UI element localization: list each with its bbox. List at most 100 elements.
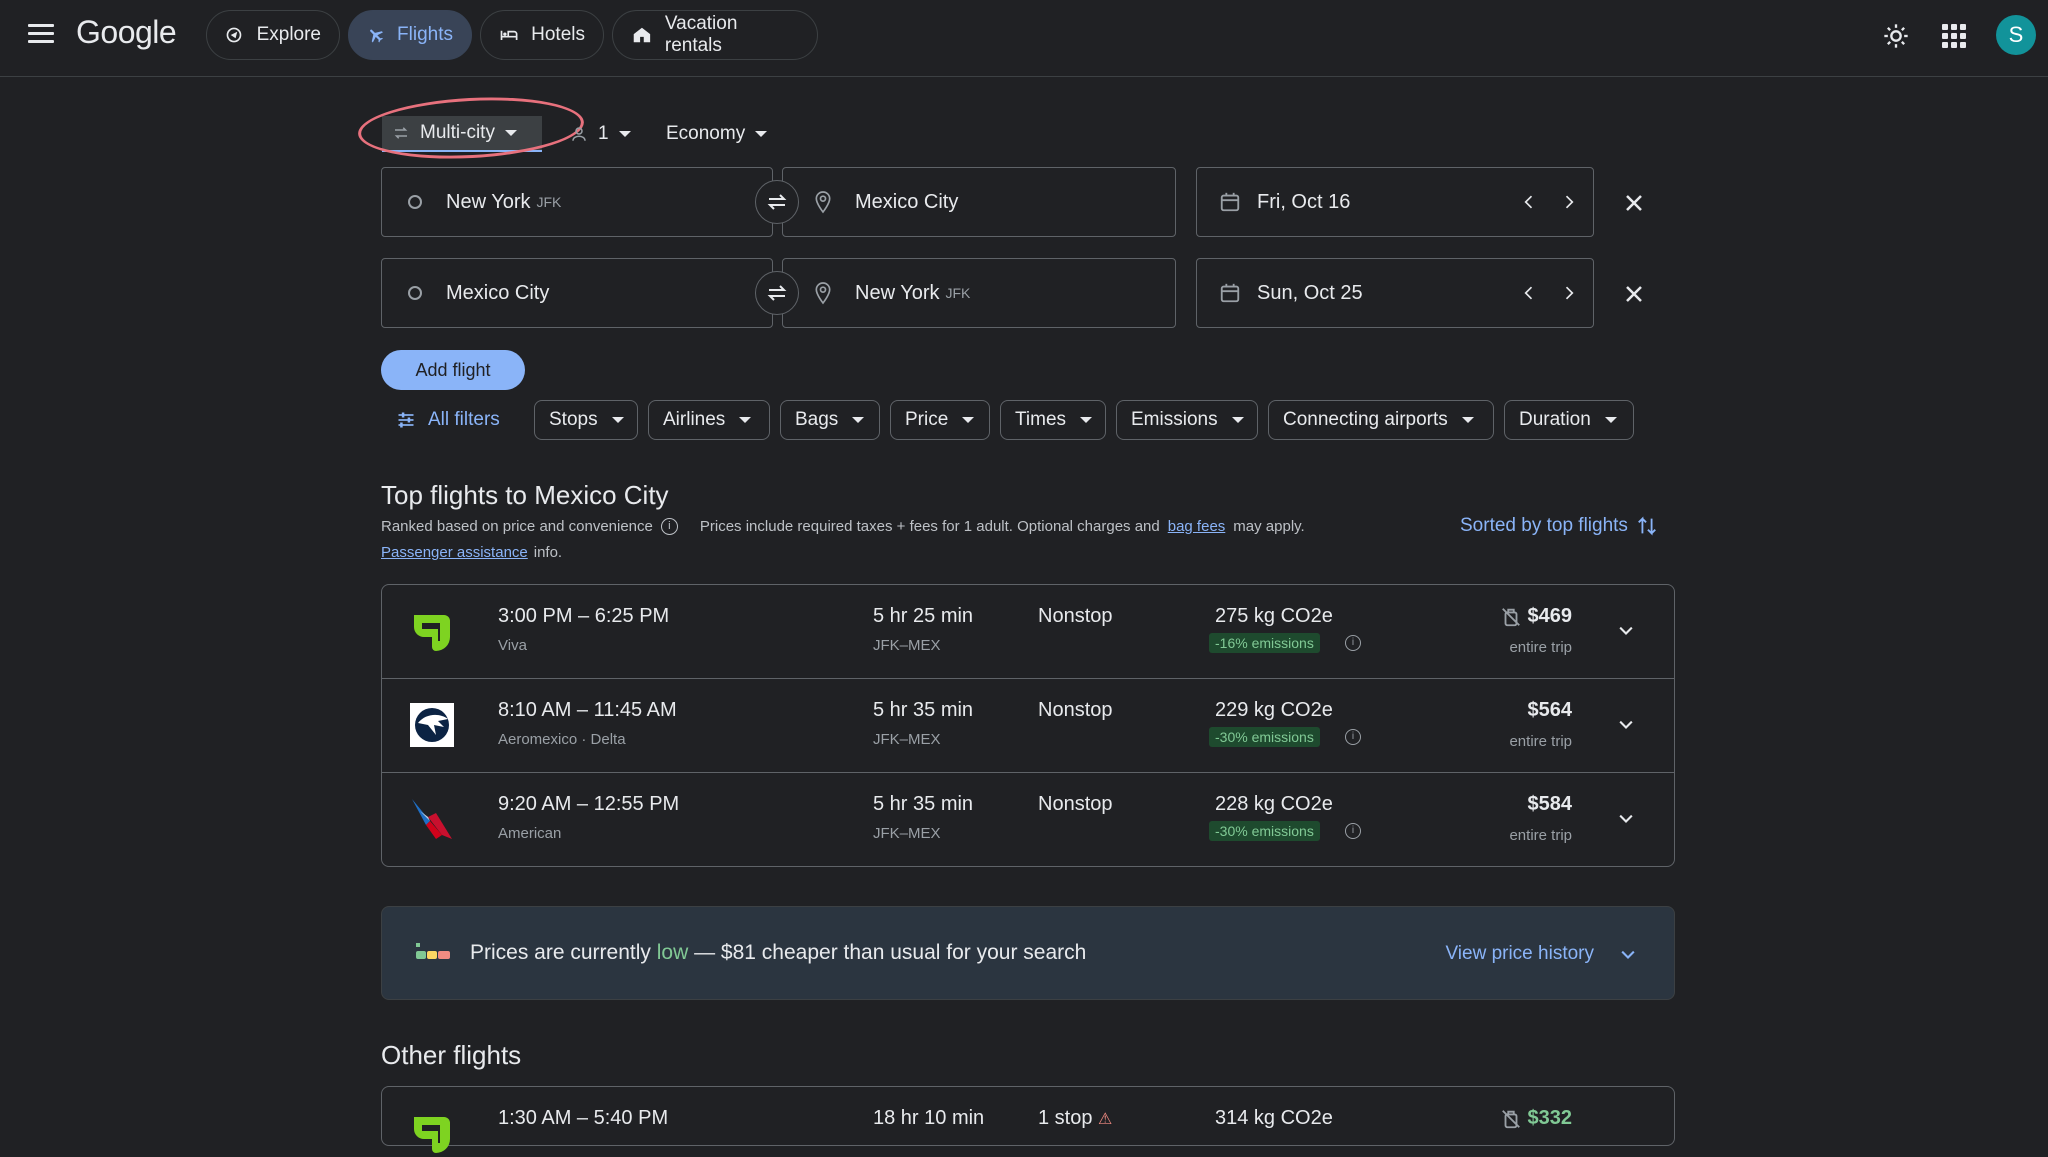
leg1-date-input[interactable]: Fri, Oct 16 [1196, 167, 1594, 237]
chevron-down-icon[interactable] [1616, 715, 1636, 735]
chevron-down-icon [1080, 417, 1093, 423]
info-icon[interactable]: i [1345, 729, 1361, 745]
bag-fees-link[interactable]: bag fees [1168, 518, 1226, 535]
chevron-right-icon[interactable] [1559, 192, 1579, 212]
chevron-right-icon[interactable] [1559, 283, 1579, 303]
no-carry-on-icon [1502, 1110, 1520, 1129]
leg2-origin: Mexico City [446, 281, 550, 304]
chevron-down-icon[interactable] [1616, 621, 1636, 641]
leg1-date: Fri, Oct 16 [1257, 190, 1351, 213]
may-apply-text: may apply. [1233, 518, 1305, 535]
home-icon [633, 27, 651, 43]
leg1-destination-input[interactable]: Mexico City [782, 167, 1176, 237]
chevron-down-icon [739, 417, 752, 423]
flight-co2: 275 kg CO2e [1215, 605, 1333, 627]
add-flight-button[interactable]: Add flight [381, 350, 525, 390]
leg2-destination-input[interactable]: New York JFK [782, 258, 1176, 328]
cabin-select[interactable]: Economy [656, 116, 786, 152]
leg2-date: Sun, Oct 25 [1257, 281, 1363, 304]
american-airlines-logo-icon [412, 799, 452, 839]
chevron-down-icon[interactable] [1616, 809, 1636, 829]
flight-times: 9:20 AM – 12:55 PM [498, 793, 680, 815]
chevron-left-icon[interactable] [1519, 283, 1539, 303]
flight-duration: 5 hr 25 min [873, 605, 974, 627]
calendar-icon [1220, 283, 1240, 303]
flight-row[interactable]: 8:10 AM – 11:45 AM Aeromexico · Delta 5 … [382, 679, 1674, 773]
sort-arrows-icon [1638, 516, 1656, 536]
leg2-origin-input[interactable]: Mexico City [381, 258, 773, 328]
avatar[interactable]: S [1996, 15, 2036, 55]
remove-leg2-close-icon[interactable] [1622, 282, 1646, 306]
info-icon[interactable]: i [1345, 635, 1361, 651]
swap-icon [767, 194, 787, 210]
info-icon[interactable]: i [660, 518, 678, 535]
flight-duration: 5 hr 35 min [873, 699, 974, 721]
insight-level: low [656, 941, 689, 964]
chevron-down-icon [852, 417, 865, 423]
chevron-down-icon[interactable] [1618, 945, 1638, 965]
leg1-origin-code: JFK [536, 194, 562, 210]
flight-times: 8:10 AM – 11:45 AM [498, 699, 677, 721]
viva-logo-icon [414, 615, 450, 651]
google-logo[interactable]: Google [76, 14, 177, 51]
trip-type-select[interactable]: Multi-city [382, 116, 542, 152]
chevron-down-icon [1461, 417, 1474, 423]
swap-arrows-icon [394, 127, 408, 139]
sort-button[interactable]: Sorted by top flights [1460, 514, 1658, 538]
swap-button[interactable] [755, 271, 799, 315]
bed-icon [500, 30, 518, 41]
filter-connecting-airports[interactable]: Connecting airports [1268, 400, 1494, 440]
nav-hotels-label: Hotels [531, 24, 585, 45]
menu-icon[interactable] [28, 24, 54, 44]
flight-price: $564 [1527, 699, 1573, 721]
filter-times[interactable]: Times [1000, 400, 1106, 440]
filter-airlines[interactable]: Airlines [648, 400, 770, 440]
flight-row[interactable]: 3:00 PM – 6:25 PM Viva 5 hr 25 min JFK–M… [382, 585, 1674, 679]
chevron-down-icon [1231, 417, 1244, 423]
leg2-date-input[interactable]: Sun, Oct 25 [1196, 258, 1594, 328]
apps-grid-icon[interactable] [1942, 24, 1966, 48]
flight-co2: 228 kg CO2e [1215, 793, 1333, 815]
flight-stops: 1 stop ⚠ [1038, 1107, 1112, 1130]
aeromexico-logo-icon [410, 703, 454, 747]
price-insight-banner: Prices are currently low — $81 cheaper t… [381, 906, 1675, 1000]
chip-label: Times [1015, 409, 1067, 430]
chip-label: Airlines [663, 409, 726, 430]
filter-price[interactable]: Price [890, 400, 990, 440]
chevron-down-icon [611, 417, 624, 423]
filter-stops[interactable]: Stops [534, 400, 638, 440]
info-icon[interactable]: i [1345, 823, 1361, 839]
flight-row[interactable]: 1:30 AM – 5:40 PM 18 hr 10 min 1 stop ⚠ … [381, 1086, 1675, 1153]
results-title: Top flights to Mexico City [381, 480, 669, 510]
view-price-history-link[interactable]: View price history [1445, 943, 1594, 965]
origin-circle-icon [408, 286, 422, 300]
passenger-assistance-link[interactable]: Passenger assistance [381, 544, 528, 561]
price-note: entire trip [1509, 827, 1572, 844]
flight-row[interactable]: 9:20 AM – 12:55 PM American 5 hr 35 min … [382, 773, 1674, 866]
filter-duration[interactable]: Duration [1504, 400, 1634, 440]
nav-explore[interactable]: Explore [206, 10, 340, 60]
remove-leg1-close-icon[interactable] [1622, 191, 1646, 215]
filter-bags[interactable]: Bags [780, 400, 880, 440]
filter-emissions[interactable]: Emissions [1116, 400, 1258, 440]
nav-flights-label: Flights [397, 24, 453, 45]
swap-button[interactable] [755, 180, 799, 224]
all-filters-button[interactable]: All filters [396, 402, 500, 438]
leg1-origin: New York [446, 190, 531, 213]
plane-icon [370, 29, 383, 43]
theme-toggle-icon[interactable] [1882, 22, 1910, 50]
nav-hotels[interactable]: Hotels [480, 10, 604, 60]
flight-duration: 5 hr 35 min [873, 793, 974, 815]
chevron-left-icon[interactable] [1519, 192, 1539, 212]
origin-circle-icon [408, 195, 422, 209]
other-flights-title: Other flights [381, 1040, 522, 1070]
nav-vacation-rentals[interactable]: Vacation rentals [612, 10, 818, 60]
passengers-select[interactable]: 1 [560, 116, 644, 152]
leg1-origin-input[interactable]: New York JFK [381, 167, 773, 237]
chevron-down-icon [962, 417, 975, 423]
all-filters-label: All filters [428, 409, 500, 430]
trip-type-label: Multi-city [420, 122, 495, 143]
nav-flights[interactable]: Flights [348, 10, 472, 60]
flight-airline: Aeromexico · Delta [498, 731, 626, 748]
nav-vacation-label: Vacation rentals [664, 13, 738, 56]
